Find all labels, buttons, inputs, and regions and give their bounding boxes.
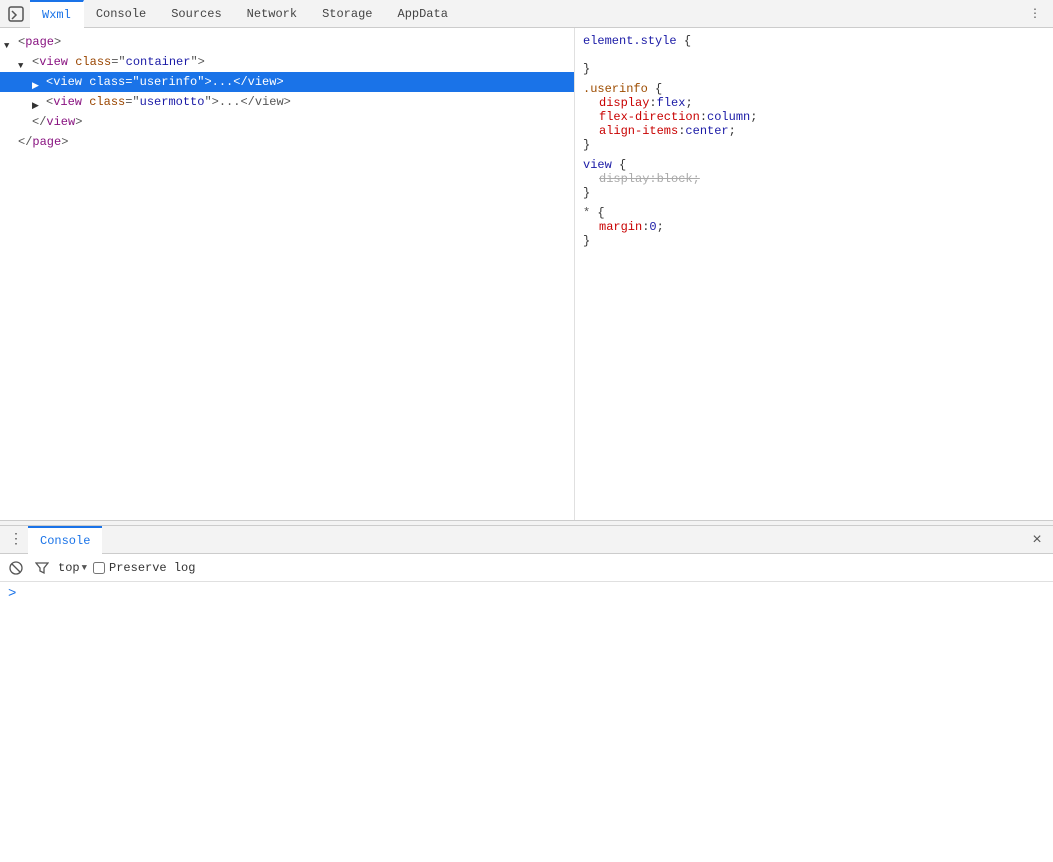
tree-row[interactable]: <view class="container"> bbox=[0, 52, 574, 72]
css-selector-line: element.style { bbox=[583, 34, 1045, 48]
console-panel: ⋮ Console × top ▼ Preserve log > bbox=[0, 526, 1053, 862]
tree-row[interactable]: <view class="usermotto">...</view> bbox=[0, 92, 574, 112]
css-rule: * { margin:0; } bbox=[583, 206, 1045, 248]
xml-tree-panel: <page> <view class="container"> <view cl… bbox=[0, 28, 575, 520]
triangle-icon[interactable] bbox=[32, 96, 44, 108]
tree-row[interactable]: </page> bbox=[0, 132, 574, 152]
tab-bar-right: ⋮ bbox=[1021, 0, 1049, 28]
tree-row-selected[interactable]: <view class="userinfo">...</view> bbox=[0, 72, 574, 92]
devtools-icon bbox=[4, 0, 28, 28]
console-level-select[interactable]: top ▼ bbox=[58, 561, 87, 575]
preserve-log-checkbox[interactable] bbox=[93, 562, 105, 574]
console-tab[interactable]: Console bbox=[28, 526, 102, 554]
css-panel: element.style { } .userinfo { display:fl… bbox=[575, 28, 1053, 520]
css-rule: .userinfo { display:flex; flex-direction… bbox=[583, 82, 1045, 152]
css-selector-line: * { bbox=[583, 206, 1045, 220]
console-preserve-log[interactable]: Preserve log bbox=[93, 561, 195, 575]
triangle-icon[interactable] bbox=[4, 36, 16, 48]
console-body[interactable]: > bbox=[0, 582, 1053, 862]
top-tab-bar: Wxml Console Sources Network Storage App… bbox=[0, 0, 1053, 28]
tab-wxml[interactable]: Wxml bbox=[30, 0, 84, 28]
tab-appdata[interactable]: AppData bbox=[386, 0, 461, 28]
tab-storage[interactable]: Storage bbox=[310, 0, 385, 28]
css-rule: element.style { } bbox=[583, 34, 1045, 76]
preserve-log-label: Preserve log bbox=[109, 561, 195, 575]
console-close-button[interactable]: × bbox=[1025, 526, 1049, 554]
tab-network[interactable]: Network bbox=[235, 0, 310, 28]
console-level-label: top bbox=[58, 561, 80, 575]
triangle-icon[interactable] bbox=[32, 76, 44, 88]
console-prompt: > bbox=[8, 586, 1045, 602]
console-clear-button[interactable] bbox=[6, 558, 26, 578]
console-tab-bar: ⋮ Console × bbox=[0, 526, 1053, 554]
tab-sources[interactable]: Sources bbox=[159, 0, 234, 28]
css-selector-line: view { bbox=[583, 158, 1045, 172]
tree-row[interactable]: <page> bbox=[0, 32, 574, 52]
tree-row[interactable]: </view> bbox=[0, 112, 574, 132]
more-button[interactable]: ⋮ bbox=[1021, 0, 1049, 28]
main-content: <page> <view class="container"> <view cl… bbox=[0, 28, 1053, 520]
console-menu-icon[interactable]: ⋮ bbox=[4, 526, 28, 554]
css-selector-line: .userinfo { bbox=[583, 82, 1045, 96]
console-toolbar: top ▼ Preserve log bbox=[0, 554, 1053, 582]
triangle-icon[interactable] bbox=[18, 56, 30, 68]
console-level-arrow: ▼ bbox=[82, 563, 87, 573]
console-filter-button[interactable] bbox=[32, 558, 52, 578]
css-rule: view { display:block; } bbox=[583, 158, 1045, 200]
tab-console[interactable]: Console bbox=[84, 0, 159, 28]
console-prompt-symbol: > bbox=[8, 586, 16, 602]
